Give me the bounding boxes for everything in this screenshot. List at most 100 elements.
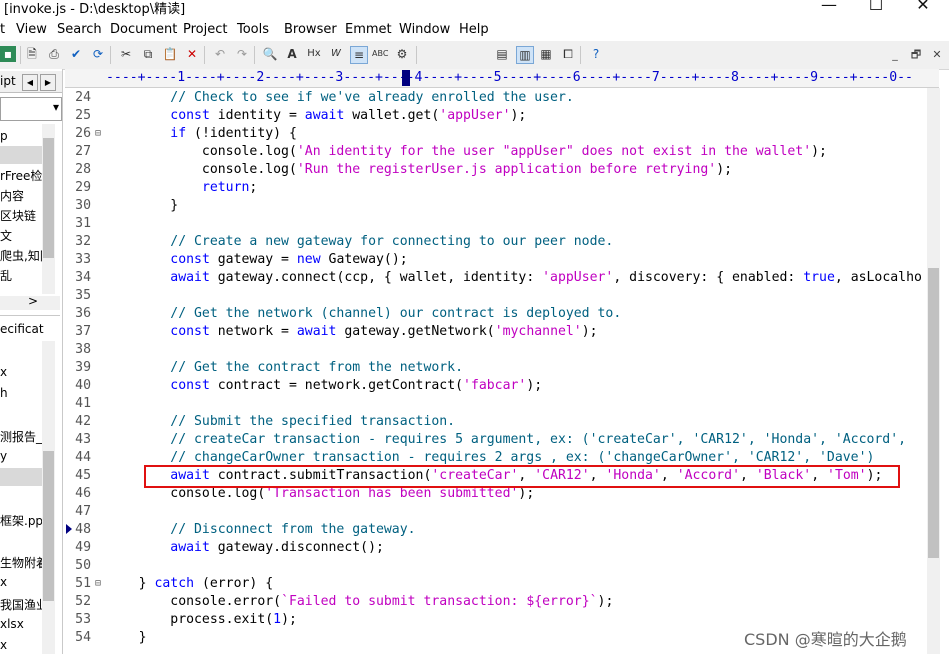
- list-item[interactable]: h: [0, 386, 8, 400]
- list-item[interactable]: 文: [0, 227, 12, 244]
- settings-gear-icon[interactable]: ⚙: [394, 46, 410, 62]
- heading-icon[interactable]: A: [284, 46, 300, 62]
- line-number: 53: [75, 612, 91, 627]
- menu-help[interactable]: Help: [459, 22, 489, 37]
- code-line[interactable]: 29 return;: [65, 179, 939, 197]
- show-marks-icon[interactable]: ≡: [350, 46, 368, 64]
- output-icon[interactable]: ▦: [538, 46, 554, 62]
- code-line[interactable]: 32 // Create a new gateway for connectin…: [65, 233, 939, 251]
- find-replace-icon[interactable]: ⟳: [90, 46, 106, 62]
- code-line[interactable]: 47: [65, 503, 939, 521]
- menu-view[interactable]: View: [16, 22, 47, 37]
- paste-icon[interactable]: 📋: [162, 46, 178, 62]
- copy-icon[interactable]: ⧉: [140, 46, 156, 62]
- project-combo[interactable]: ▾: [0, 97, 62, 121]
- menu-emmet[interactable]: Emmet: [345, 22, 392, 37]
- line-number: 35: [75, 288, 91, 303]
- scroll-thumb[interactable]: [43, 451, 54, 601]
- chevron-down-icon[interactable]: ▾: [53, 100, 59, 114]
- delete-icon[interactable]: ✕: [184, 46, 200, 62]
- code-line[interactable]: 41: [65, 395, 939, 413]
- sidebar-tab[interactable]: ipt ◀ ▶: [0, 71, 62, 93]
- print-preview-icon[interactable]: 🗎: [24, 46, 40, 62]
- fullscreen-icon[interactable]: ⧠: [560, 46, 576, 62]
- menu-edit[interactable]: t: [0, 22, 5, 37]
- cut-icon[interactable]: ✂: [118, 46, 134, 62]
- list-item[interactable]: x: [0, 575, 7, 589]
- list-item[interactable]: 内容: [0, 187, 24, 204]
- close-button[interactable]: ✕: [900, 0, 946, 18]
- code-editor[interactable]: 24 // Check to see if we've already enro…: [65, 88, 939, 654]
- ruler-icon[interactable]: ABC: [372, 46, 388, 62]
- menu-project[interactable]: Project: [183, 22, 227, 37]
- code-line[interactable]: 37 const network = await gateway.getNetw…: [65, 323, 939, 341]
- scroll-thumb[interactable]: [43, 138, 54, 258]
- code-line[interactable]: 30 }: [65, 197, 939, 215]
- code-line[interactable]: 43 // createCar transaction - requires 5…: [65, 431, 939, 449]
- print-icon[interactable]: ⎙: [46, 46, 62, 62]
- menu-document[interactable]: Document: [110, 22, 177, 37]
- code-line[interactable]: 26 ⊟ if (!identity) {: [65, 125, 939, 143]
- list-item[interactable]: 测报告_: [0, 428, 42, 445]
- list-item[interactable]: p: [0, 129, 8, 143]
- code-line[interactable]: 40 const contract = network.getContract(…: [65, 377, 939, 395]
- word-wrap-icon[interactable]: W: [328, 46, 344, 62]
- hx-icon[interactable]: Hx: [306, 46, 322, 62]
- list-item[interactable]: x: [0, 638, 7, 652]
- spellcheck-icon[interactable]: ✔: [68, 46, 84, 62]
- code-line[interactable]: 27 console.log('An identity for the user…: [65, 143, 939, 161]
- maximize-button[interactable]: ☐: [853, 0, 899, 18]
- menu-window[interactable]: Window: [399, 22, 450, 37]
- code-line[interactable]: 34 await gateway.connect(ccp, { wallet, …: [65, 269, 939, 287]
- mdi-close-button[interactable]: ✕: [927, 45, 947, 65]
- code-line[interactable]: 52 console.error(`Failed to submit trans…: [65, 593, 939, 611]
- fold-toggle-icon[interactable]: ⊟: [95, 125, 101, 143]
- tab-next-icon[interactable]: ▶: [40, 74, 56, 91]
- menu-tools[interactable]: Tools: [237, 22, 269, 37]
- code-line[interactable]: 31: [65, 215, 939, 233]
- code-line[interactable]: 36 // Get the network (channel) our cont…: [65, 305, 939, 323]
- menu-search[interactable]: Search: [57, 22, 102, 37]
- code-line[interactable]: 49 await gateway.disconnect();: [65, 539, 939, 557]
- save-icon[interactable]: ▪: [0, 46, 16, 62]
- toolbar-separator: [416, 46, 417, 64]
- help-cursor-icon[interactable]: ?: [588, 46, 604, 62]
- list-item[interactable]: 区块链: [0, 207, 36, 224]
- code-line[interactable]: 50: [65, 557, 939, 575]
- panel-icon[interactable]: ▤: [494, 46, 510, 62]
- tab-prev-icon[interactable]: ◀: [22, 74, 38, 91]
- sidebar-toggle-icon[interactable]: ▥: [516, 46, 534, 64]
- code-line[interactable]: 39 // Get the contract from the network.: [65, 359, 939, 377]
- fold-toggle-icon[interactable]: ⊟: [95, 575, 101, 593]
- code-line[interactable]: 48 // Disconnect from the gateway.: [65, 521, 939, 539]
- mdi-minimize-button[interactable]: _: [885, 45, 905, 65]
- redo-icon[interactable]: ↷: [234, 46, 250, 62]
- code-line[interactable]: 38: [65, 341, 939, 359]
- code-line[interactable]: 35: [65, 287, 939, 305]
- code-line[interactable]: 33 const gateway = new Gateway();: [65, 251, 939, 269]
- list-item[interactable]: rFree检: [0, 167, 42, 184]
- code-string: 'An identity for the user "appUser" does…: [296, 144, 812, 159]
- list-item[interactable]: 我国渔业: [0, 596, 48, 613]
- search-icon[interactable]: 🔍: [262, 46, 278, 62]
- horizontal-scrollbar[interactable]: >: [0, 294, 60, 310]
- code-line[interactable]: 42 // Submit the specified transaction.: [65, 413, 939, 431]
- list-item[interactable]: 乱: [0, 267, 12, 284]
- scroll-thumb[interactable]: [928, 268, 939, 558]
- minimize-button[interactable]: —: [806, 0, 852, 18]
- code-line[interactable]: 24 // Check to see if we've already enro…: [65, 89, 939, 107]
- list-item[interactable]: xlsx: [0, 617, 24, 631]
- code-line[interactable]: 51 ⊟ } catch (error) {: [65, 575, 939, 593]
- editor-scrollbar[interactable]: [927, 88, 940, 654]
- undo-icon[interactable]: ↶: [212, 46, 228, 62]
- code-line[interactable]: 28 console.log('Run the registerUser.js …: [65, 161, 939, 179]
- list-item[interactable]: y: [0, 449, 7, 463]
- code-line[interactable]: 25 const identity = await wallet.get('ap…: [65, 107, 939, 125]
- scroll-right-icon[interactable]: >: [28, 294, 38, 308]
- sidebar-scrollbar[interactable]: [42, 124, 55, 294]
- list-item[interactable]: x: [0, 365, 7, 379]
- list-item[interactable]: 生物附着: [0, 554, 48, 571]
- mdi-restore-button[interactable]: 🗗: [906, 45, 926, 65]
- file-list-scrollbar[interactable]: [42, 341, 55, 654]
- menu-browser[interactable]: Browser: [284, 22, 337, 37]
